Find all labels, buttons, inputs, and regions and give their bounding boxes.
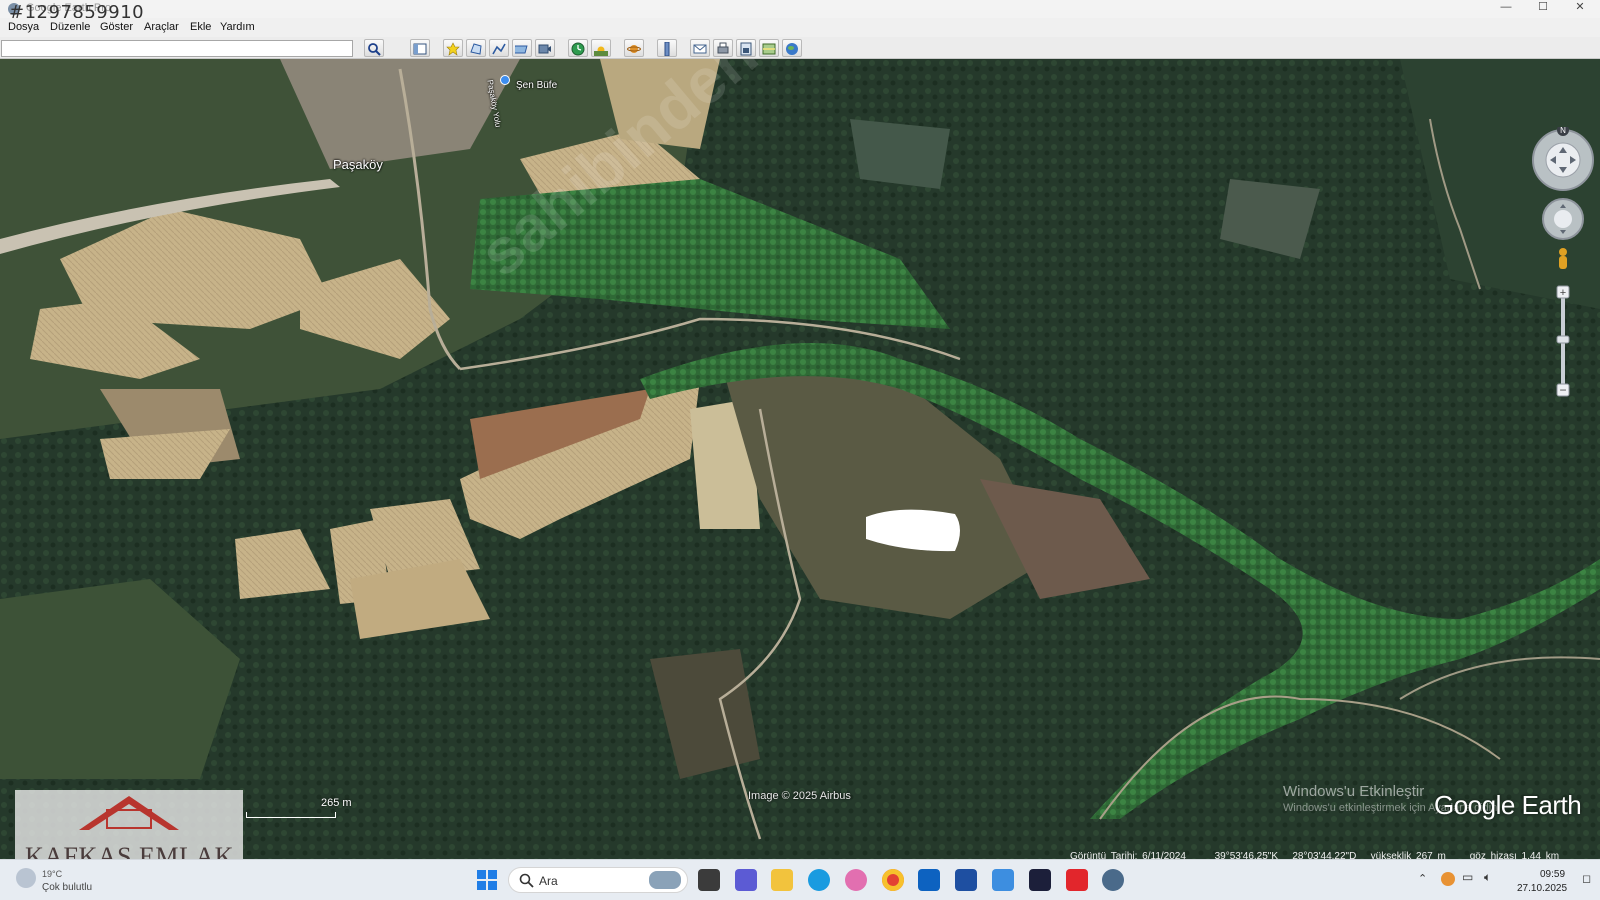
planets-button[interactable] <box>624 39 644 57</box>
teams-icon[interactable] <box>735 869 757 891</box>
toolbar <box>0 37 1600 59</box>
start-button[interactable] <box>476 869 498 891</box>
placemark-icon <box>446 42 460 56</box>
chevron-up-icon[interactable]: ⌃ <box>1418 872 1427 885</box>
ruler-icon <box>664 42 670 56</box>
menu-file[interactable]: Dosya <box>8 21 39 33</box>
look-joystick-icon[interactable] <box>1532 129 1594 191</box>
svg-text:+: + <box>1560 287 1566 299</box>
email-icon <box>693 44 707 54</box>
sunlight-icon <box>594 46 608 56</box>
scale-label: 265 m <box>321 797 352 809</box>
menu-edit[interactable]: Düzenle <box>50 21 90 33</box>
volume-icon[interactable]: 🔈︎ <box>1484 870 1491 885</box>
historical-imagery-icon <box>571 42 585 56</box>
task-view-icon[interactable] <box>698 869 720 891</box>
weather-temperature[interactable]: 19°C <box>42 869 62 879</box>
maps-icon <box>762 43 776 55</box>
menu-bar: Dosya Düzenle Göster Araçlar Ekle Yardım <box>0 18 1600 37</box>
imagery-credit: Image © 2025 Airbus <box>748 790 851 802</box>
scale-bar <box>246 812 336 818</box>
notification-app-icon[interactable] <box>1441 872 1455 886</box>
compass-north-label: N <box>1560 127 1566 135</box>
street-view-pegman-icon[interactable] <box>1559 248 1567 269</box>
taskbar-search-label: Ara <box>539 874 558 888</box>
earth-gallery-button[interactable] <box>782 39 802 57</box>
print-icon <box>717 42 729 54</box>
move-joystick-icon[interactable] <box>1542 198 1584 240</box>
taskbar: 19°C Çok bulutlu Ara ⌃ ▭ 🔈︎ 09:59 27.10.… <box>0 859 1600 900</box>
clock-date[interactable]: 27.10.2025 <box>1517 883 1567 894</box>
minimize-button[interactable]: — <box>1488 0 1524 18</box>
poi-marker-icon[interactable] <box>500 75 510 85</box>
notification-bell-icon[interactable]: ◻ <box>1582 872 1591 885</box>
email-button[interactable] <box>690 39 710 57</box>
earth-icon <box>786 43 798 55</box>
satellite-terrain <box>0 59 1600 859</box>
print-button[interactable] <box>713 39 733 57</box>
image-overlay-icon <box>515 45 528 54</box>
image-overlay-button[interactable] <box>512 39 532 57</box>
menu-add[interactable]: Ekle <box>190 21 211 33</box>
zoom-slider[interactable]: + − <box>1556 285 1570 397</box>
close-button[interactable]: ✕ <box>1562 0 1598 18</box>
maximize-button[interactable]: ☐ <box>1525 0 1561 18</box>
navigation-controls: N + − <box>1530 124 1596 417</box>
search-icon <box>519 873 534 888</box>
add-path-button[interactable] <box>489 39 509 57</box>
outlook-icon[interactable] <box>918 869 940 891</box>
historical-imagery-button[interactable] <box>568 39 588 57</box>
edge-icon[interactable] <box>808 869 830 891</box>
search-highlight-icon <box>649 871 681 889</box>
clock-time[interactable]: 09:59 <box>1540 869 1565 880</box>
snipping-tool-icon[interactable] <box>992 869 1014 891</box>
ruler-button[interactable] <box>657 39 677 57</box>
title-bar: Google Earth Pro — ☐ ✕ <box>0 0 1600 18</box>
polygon-icon <box>470 43 482 55</box>
search-button[interactable] <box>364 39 384 57</box>
sunlight-button[interactable] <box>591 39 611 57</box>
weather-description[interactable]: Çok bulutlu <box>42 882 92 893</box>
copilot-icon[interactable] <box>845 869 867 891</box>
taskbar-search[interactable]: Ara <box>508 867 688 893</box>
file-explorer-icon[interactable] <box>771 869 793 891</box>
sidebar-icon <box>413 43 427 55</box>
view-in-maps-button[interactable] <box>759 39 779 57</box>
network-icon[interactable]: ▭ <box>1462 870 1473 884</box>
record-tour-icon <box>538 44 551 54</box>
add-placemark-button[interactable] <box>443 39 463 57</box>
village-label[interactable]: Paşaköy <box>333 157 383 172</box>
media-app-icon[interactable] <box>1029 869 1051 891</box>
yandex-icon[interactable] <box>1066 869 1088 891</box>
map-viewport[interactable]: sahibinden.com KAFKAS EMLAK Paşaköy Şen … <box>0 59 1600 859</box>
poi-label[interactable]: Şen Büfe <box>516 80 557 91</box>
store-icon[interactable] <box>955 869 977 891</box>
svg-text:−: − <box>1559 383 1566 397</box>
menu-tools[interactable]: Araçlar <box>144 21 179 33</box>
house-roof-icon <box>79 796 179 830</box>
save-image-button[interactable] <box>736 39 756 57</box>
sidebar-toggle-button[interactable] <box>410 39 430 57</box>
google-earth-logo: Google Earth <box>1434 790 1582 820</box>
windows-activation-title: Windows'u Etkinleştir <box>1283 783 1425 800</box>
save-image-icon <box>740 42 752 56</box>
menu-help[interactable]: Yardım <box>220 21 255 33</box>
chrome-icon[interactable] <box>882 869 904 891</box>
windows-logo-icon <box>477 870 497 890</box>
weather-icon[interactable] <box>16 868 36 888</box>
record-tour-button[interactable] <box>535 39 555 57</box>
google-earth-taskbar-icon[interactable] <box>1102 869 1124 891</box>
add-polygon-button[interactable] <box>466 39 486 57</box>
menu-view[interactable]: Göster <box>100 21 133 33</box>
search-input[interactable] <box>1 40 353 57</box>
planets-icon <box>627 45 641 53</box>
search-icon <box>368 43 381 56</box>
path-icon <box>492 43 506 55</box>
